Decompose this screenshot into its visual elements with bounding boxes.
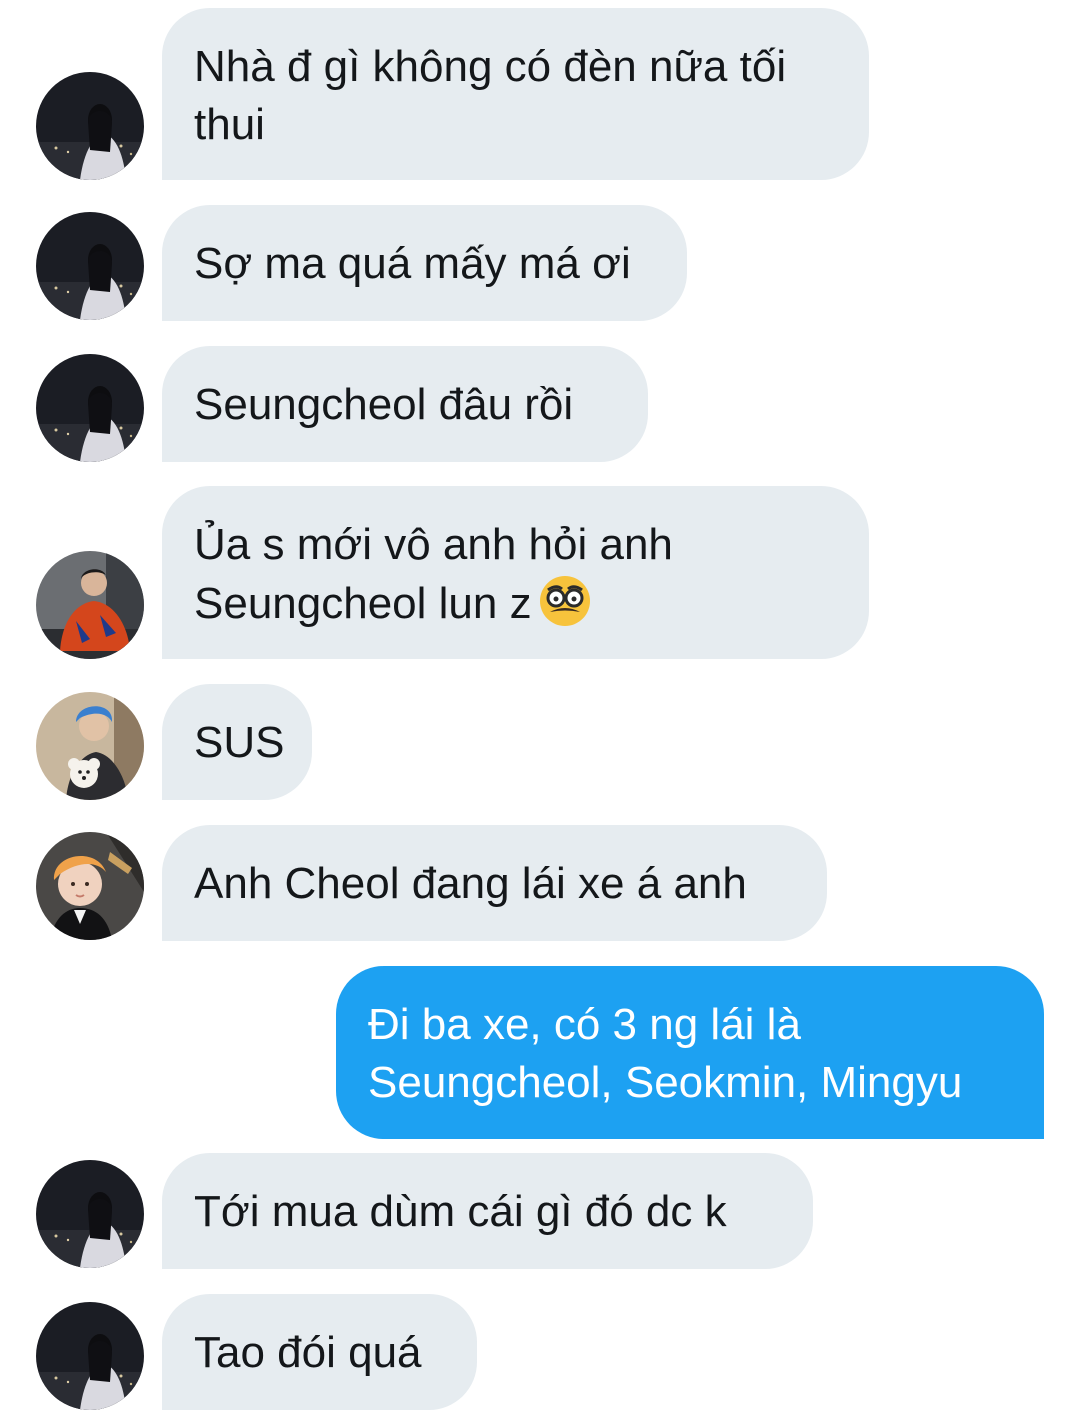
message-bubble[interactable]: Ủa s mới vô anh hỏi anh Seungcheol lun z [162,486,869,659]
avatar[interactable] [36,1160,144,1268]
avatar-night-city-girl [36,212,144,320]
avatar[interactable] [36,1302,144,1410]
message-bubble[interactable]: Seungcheol đâu rồi [162,346,648,462]
avatar[interactable] [36,354,144,462]
disguised-face-emoji-icon [539,576,590,626]
avatar[interactable] [36,692,144,800]
avatar-night-city-girl [36,1302,144,1410]
avatar-blue-hair-with-dog [36,692,144,800]
message-text: Seungcheol, Seokmin, Mingyu [368,1058,963,1107]
message-text: Ủa s mới vô anh hỏi anh [194,520,673,569]
message-text: SUS [194,718,285,767]
avatar[interactable] [36,72,144,180]
message-text: Sợ ma quá mấy má ơi [194,239,631,288]
message-text: Nhà đ gì không có đèn nữa tối [194,42,787,91]
avatar-man-orange-shirt [36,551,144,659]
message-bubble[interactable]: Sợ ma quá mấy má ơi [162,205,687,321]
message-text: Seungcheol lun z [194,579,532,628]
message-text: thui [194,100,265,149]
avatar[interactable] [36,832,144,940]
message-text: Tới mua dùm cái gì đó dc k [194,1187,727,1236]
avatar-night-city-girl [36,1160,144,1268]
message-bubble[interactable]: Anh Cheol đang lái xe á anh [162,825,827,941]
avatar[interactable] [36,551,144,659]
message-bubble[interactable]: SUS [162,684,312,800]
message-text: Đi ba xe, có 3 ng lái là [368,1000,801,1049]
message-text: Tao đói quá [194,1328,422,1377]
avatar-night-city-girl [36,72,144,180]
message-bubble[interactable]: Tới mua dùm cái gì đó dc k [162,1153,813,1269]
avatar[interactable] [36,212,144,320]
chat-thread: Nhà đ gì không có đèn nữa tối thui Sợ ma… [0,0,1080,1417]
message-bubble[interactable]: Tao đói quá [162,1294,477,1410]
message-bubble-outgoing[interactable]: Đi ba xe, có 3 ng lái là Seungcheol, Seo… [336,966,1044,1139]
message-text: Anh Cheol đang lái xe á anh [194,859,747,908]
avatar-night-city-girl [36,354,144,462]
message-bubble[interactable]: Nhà đ gì không có đèn nữa tối thui [162,8,869,180]
avatar-blonde-selfie [36,832,144,940]
message-text: Seungcheol đâu rồi [194,380,574,429]
